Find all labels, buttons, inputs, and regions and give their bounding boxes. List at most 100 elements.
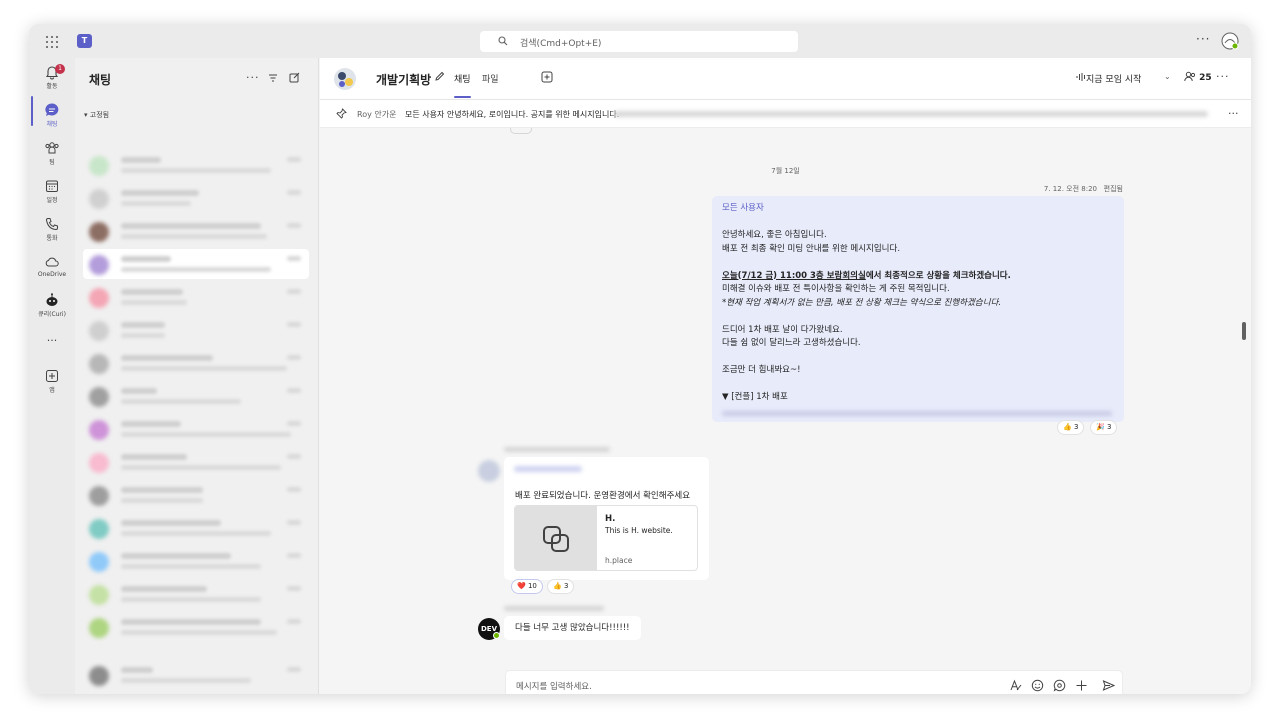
dev-message-bubble[interactable]: 다들 너무 고생 많았습니다!!!!!! xyxy=(504,616,641,640)
loop-component-icon[interactable] xyxy=(1053,679,1066,692)
message-line: 드디어 1차 배포 날이 다가왔네요. xyxy=(722,324,843,335)
app-launcher-icon[interactable] xyxy=(46,36,58,48)
active-tab-indicator xyxy=(454,96,471,98)
pinned-message-bar[interactable]: Roy 안가운 모든 사용자 안녕하세요, 로이입니다. 공지를 위한 메시지입… xyxy=(320,100,1251,128)
chat-list-item[interactable] xyxy=(83,183,309,213)
edit-name-icon[interactable] xyxy=(434,71,445,82)
chat-list-item[interactable] xyxy=(83,579,309,609)
chat-list-item[interactable] xyxy=(83,660,309,690)
pinned-section-header[interactable]: ▾ 고정됨 xyxy=(84,110,109,120)
rail-item-activity[interactable]: 1 활동 xyxy=(29,64,75,90)
meeting-time-place: 오늘(7/12 금) 11:00 3층 보람회의실 xyxy=(722,270,866,281)
chat-list-item-selected[interactable] xyxy=(83,249,309,279)
meet-now-button[interactable]: 지금 모임 시작 xyxy=(1086,72,1141,85)
reaction-heart[interactable]: ❤️ 10 xyxy=(511,579,543,594)
emoji-icon[interactable] xyxy=(1031,679,1044,692)
chat-list-item[interactable] xyxy=(83,513,309,543)
group-avatar[interactable] xyxy=(334,68,356,90)
chat-list-item[interactable] xyxy=(83,612,309,642)
phone-icon xyxy=(45,218,58,231)
dev-message-meta-redacted xyxy=(504,606,604,611)
chat-list-item[interactable] xyxy=(83,216,309,246)
cloud-icon xyxy=(45,257,59,267)
other-message-meta-redacted xyxy=(504,447,610,452)
my-message-timestamp: 7. 12. 오전 8:20 xyxy=(1043,185,1097,193)
chat-list-more-button[interactable]: ··· xyxy=(246,71,260,84)
search-box[interactable]: 검색(Cmd+Opt+E) xyxy=(480,31,798,52)
message-line: 조금만 더 힘내봐요~! xyxy=(722,365,801,375)
mention-all[interactable]: 모든 사용자 xyxy=(722,202,1114,216)
group-name: 개발기획방 xyxy=(376,73,432,87)
add-tab-icon[interactable] xyxy=(541,71,553,83)
chat-list-item[interactable] xyxy=(83,348,309,378)
message-line-highlight: 오늘(7/12 금) 11:00 3층 보람회의실에서 최종적으로 상황을 체크… xyxy=(722,270,1114,284)
other-message-text: 배포 완료되었습니다. 운영환경에서 확인해주세요 xyxy=(515,491,691,501)
link-domain: h.place xyxy=(605,556,633,565)
tab-files[interactable]: 파일 xyxy=(482,72,499,85)
meet-dropdown-chevron-icon[interactable]: ⌄ xyxy=(1164,72,1171,81)
message-line: 미해결 이슈와 배포 전 특이사항을 확인하는 게 주된 목적입니다. xyxy=(722,284,950,294)
rail-label-activity: 활동 xyxy=(46,83,58,90)
calendar-icon xyxy=(46,180,58,192)
other-user-avatar[interactable] xyxy=(478,460,500,482)
search-icon xyxy=(498,36,508,46)
curi-bot-icon xyxy=(46,293,58,306)
new-chat-icon[interactable] xyxy=(289,72,300,83)
chat-list-item[interactable] xyxy=(83,282,309,312)
rail-item-apps[interactable]: 앱 xyxy=(29,368,75,394)
reaction-emoji: 👍 xyxy=(1063,423,1072,431)
rail-item-chat[interactable]: 채팅 xyxy=(29,102,75,128)
message-composer[interactable]: 메시지를 입력하세요. xyxy=(505,670,1123,694)
pinned-text: 모든 사용자 안녕하세요, 로이입니다. 공지를 위한 메시지입니다. xyxy=(405,110,620,119)
chat-list-item[interactable] xyxy=(83,315,309,345)
reaction-party[interactable]: 🎉 3 xyxy=(1090,420,1118,435)
audio-wave-icon xyxy=(1076,73,1085,81)
other-user-name-redacted xyxy=(514,466,582,472)
chat-scrollbar-thumb[interactable] xyxy=(1242,322,1246,340)
tab-chat[interactable]: 채팅 xyxy=(454,72,471,85)
message-line: 다들 쉼 없이 달리느라 고생하셨습니다. xyxy=(722,338,861,348)
chat-list-item[interactable] xyxy=(83,381,309,411)
meeting-sentence: 에서 최종적으로 상황을 체크하겠습니다. xyxy=(865,270,1011,281)
titlebar-more-button[interactable]: ··· xyxy=(1196,32,1210,46)
link-thumbnail xyxy=(515,506,597,570)
pinned-author: Roy 안가운 xyxy=(357,110,397,119)
rail-item-teams[interactable]: 팀 xyxy=(29,140,75,166)
plus-icon[interactable] xyxy=(1075,679,1088,692)
filter-icon[interactable] xyxy=(268,73,278,83)
rail-label-calls: 통화 xyxy=(46,235,58,242)
rail-item-onedrive[interactable]: OneDrive xyxy=(29,254,75,278)
chat-list-item[interactable] xyxy=(83,447,309,477)
search-placeholder: 검색(Cmd+Opt+E) xyxy=(520,39,602,49)
rail-item-curi[interactable]: 큐리(Curi) xyxy=(29,292,75,318)
add-app-icon xyxy=(46,370,58,382)
pinned-section-label: 고정됨 xyxy=(89,111,110,119)
link-preview-card[interactable]: H. This is H. website. h.place xyxy=(514,505,698,571)
header-more-button[interactable]: ··· xyxy=(1216,70,1230,83)
pin-icon xyxy=(336,108,347,119)
reaction-thumbs-up[interactable]: 👍 3 xyxy=(1057,420,1085,435)
rail-more-apps-button[interactable]: ··· xyxy=(29,334,75,347)
my-message-edited: 편집됨 xyxy=(1103,185,1123,193)
chat-list-item[interactable] xyxy=(83,150,309,180)
rail-label-curi: 큐리(Curi) xyxy=(38,311,66,318)
send-icon[interactable] xyxy=(1102,679,1115,692)
activity-badge: 1 xyxy=(55,64,65,74)
participants-button[interactable]: 25 xyxy=(1184,71,1212,83)
rail-label-chat: 채팅 xyxy=(46,121,58,128)
chat-list-item[interactable] xyxy=(83,546,309,576)
reaction-count: 10 xyxy=(527,582,537,590)
my-message-bubble[interactable]: 모든 사용자 안녕하세요, 좋은 아침입니다. 배포 전 최종 확인 미팅 안내… xyxy=(712,196,1124,422)
format-icon[interactable] xyxy=(1009,679,1022,692)
collapsed-section-toggle[interactable]: ▼ [컨플] 1차 배포 xyxy=(722,391,1114,405)
chat-list-item[interactable] xyxy=(83,480,309,510)
rail-item-calls[interactable]: 통화 xyxy=(29,216,75,242)
message-line: 안녕하세요, 좋은 아침입니다. xyxy=(722,230,827,240)
reaction-thumbs-up[interactable]: 👍 3 xyxy=(547,579,575,594)
chat-list-pane: 채팅 ··· ▾ 고정됨 xyxy=(75,58,319,694)
other-message-bubble[interactable]: 배포 완료되었습니다. 운영환경에서 확인해주세요 H. This is H. … xyxy=(504,457,709,580)
pinned-more-button[interactable]: ··· xyxy=(1228,107,1239,120)
profile-avatar-icon[interactable] xyxy=(1221,32,1239,50)
rail-item-calendar[interactable]: 일정 xyxy=(29,178,75,204)
chat-list-item[interactable] xyxy=(83,414,309,444)
